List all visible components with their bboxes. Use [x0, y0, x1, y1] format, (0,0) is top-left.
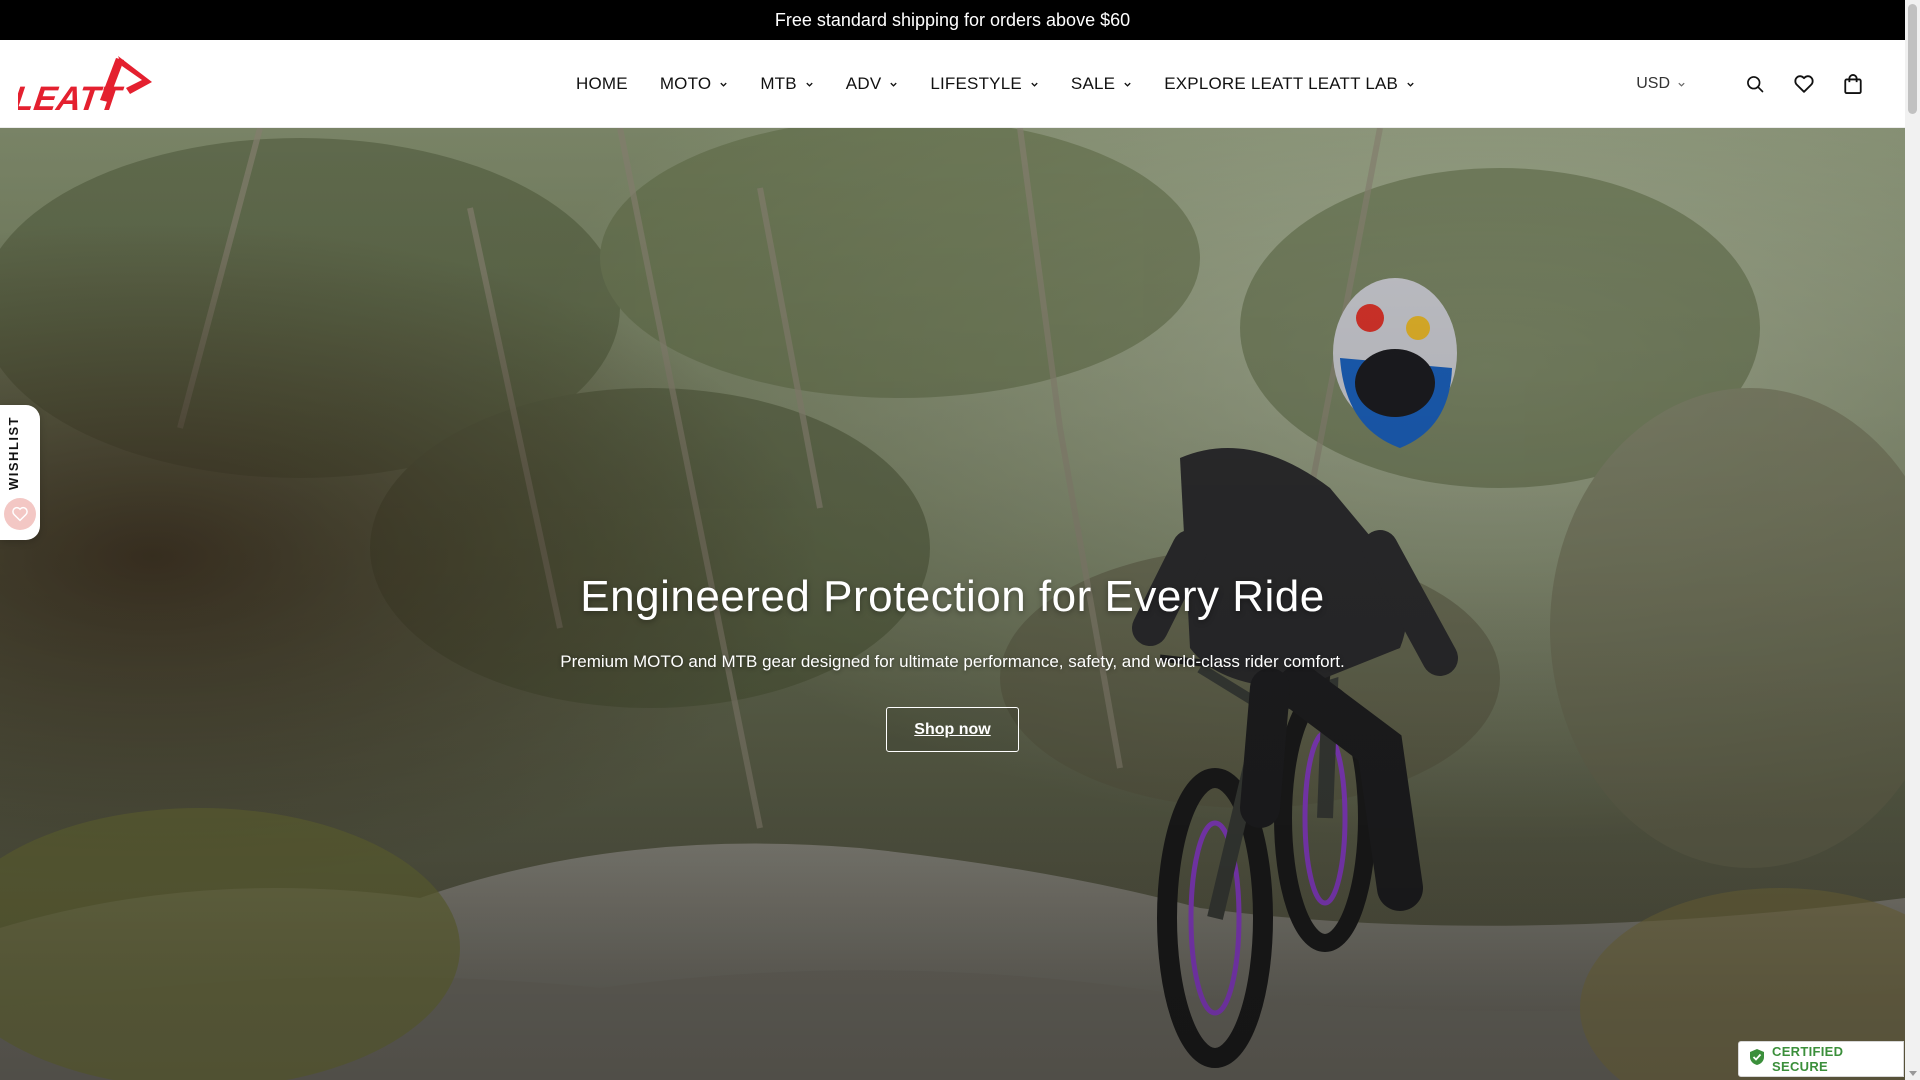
- site-header: LEATT HOME MOTO MTB ADV LIFESTYLE SALE E…: [0, 40, 1905, 128]
- nav-item-label: ADV: [845, 74, 882, 93]
- scroll-down-arrow-icon[interactable]: [1909, 1071, 1917, 1076]
- hero-title: Engineered Protection for Every Ride: [580, 572, 1325, 621]
- search-icon[interactable]: [1743, 72, 1767, 96]
- nav-item-adv[interactable]: ADV: [846, 74, 899, 94]
- chevron-down-icon: [805, 80, 814, 89]
- heart-icon: [4, 498, 36, 530]
- nav-item-label: MTB: [760, 74, 797, 93]
- nav-item-label: MOTO: [659, 74, 712, 93]
- certified-secure-label: CERTIFIED SECURE: [1772, 1044, 1844, 1074]
- wishlist-side-tab[interactable]: WISHLIST: [0, 405, 40, 540]
- svg-text:LEATT: LEATT: [18, 80, 126, 116]
- hero-subtitle: Premium MOTO and MTB gear designed for u…: [560, 652, 1345, 671]
- nav-item-mtb[interactable]: MTB: [760, 74, 813, 94]
- hero-banner: Engineered Protection for Every Ride Pre…: [0, 128, 1905, 1080]
- main-nav: HOME MOTO MTB ADV LIFESTYLE SALE EXPLORE…: [576, 40, 1415, 128]
- chevron-down-icon: [889, 80, 898, 89]
- header-actions: USD: [1636, 40, 1865, 128]
- nav-item-explore-leatt-lab[interactable]: EXPLORE LEATT LEATT LAB: [1164, 74, 1415, 94]
- nav-item-sale[interactable]: SALE: [1071, 74, 1132, 94]
- wishlist-tab-label: WISHLIST: [6, 415, 21, 490]
- chevron-down-icon: [1030, 80, 1039, 89]
- chevron-down-icon: [1123, 80, 1132, 89]
- leatt-logo-mark: LEATT: [11, 56, 152, 118]
- shop-now-button[interactable]: Shop now: [886, 707, 1019, 752]
- leatt-logo[interactable]: LEATT: [11, 52, 154, 118]
- nav-item-label: EXPLORE LEATT LEATT LAB: [1164, 74, 1399, 93]
- nav-item-label: SALE: [1070, 74, 1116, 93]
- page-scrollbar[interactable]: [1905, 0, 1920, 1080]
- nav-item-home[interactable]: HOME: [576, 74, 628, 94]
- nav-item-moto[interactable]: MOTO: [660, 74, 729, 94]
- currency-label: USD: [1636, 75, 1670, 92]
- heart-icon[interactable]: [1792, 72, 1816, 96]
- shield-check-icon: [1749, 1048, 1765, 1071]
- nav-item-lifestyle[interactable]: LIFESTYLE: [930, 74, 1039, 94]
- chevron-down-icon: [719, 80, 728, 89]
- currency-selector[interactable]: USD: [1636, 75, 1686, 93]
- nav-item-label: HOME: [576, 74, 628, 93]
- announcement-text: Free standard shipping for orders above …: [774, 9, 1131, 30]
- chevron-down-icon: [1677, 80, 1686, 89]
- hero-content: Engineered Protection for Every Ride Pre…: [0, 128, 1905, 1080]
- chevron-down-icon: [1406, 80, 1415, 89]
- announcement-bar: Free standard shipping for orders above …: [0, 0, 1905, 40]
- certified-secure-badge[interactable]: CERTIFIED SECURE: [1738, 1041, 1904, 1077]
- nav-item-label: LIFESTYLE: [930, 74, 1022, 93]
- shopping-bag-icon[interactable]: [1841, 72, 1865, 96]
- scrollbar-thumb[interactable]: [1908, 4, 1917, 114]
